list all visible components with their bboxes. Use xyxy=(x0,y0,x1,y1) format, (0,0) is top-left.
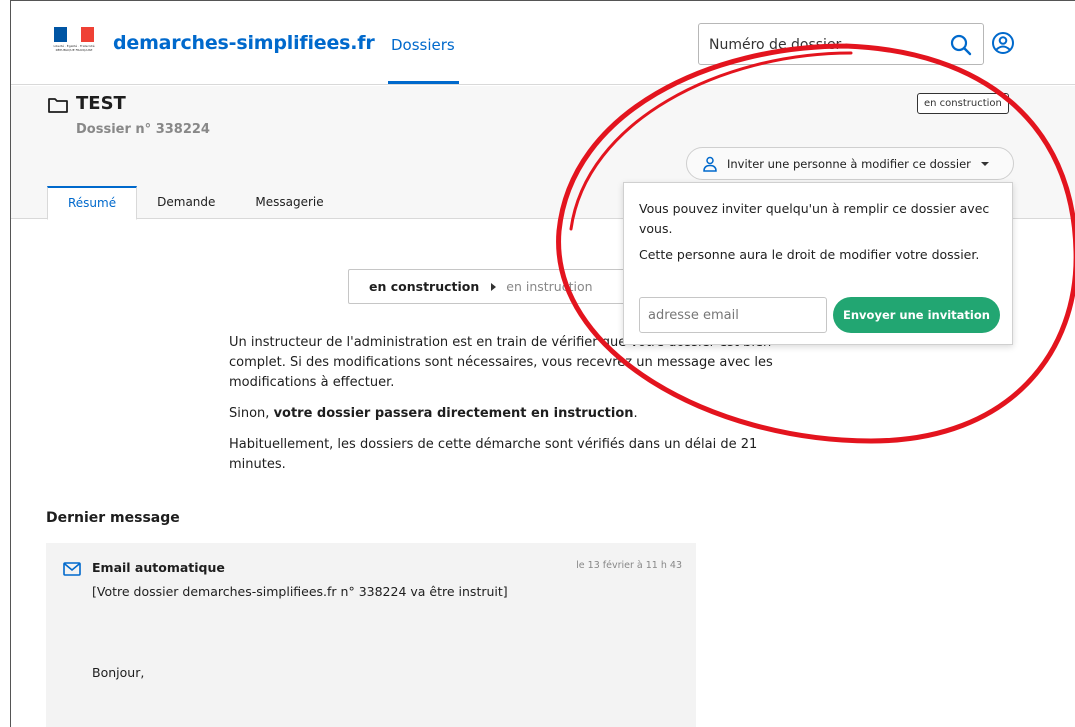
tab-resume[interactable]: Résumé xyxy=(47,186,138,220)
tab-bar: Résumé Demande Messagerie xyxy=(47,186,344,220)
para2-bold: votre dossier passera directement en ins… xyxy=(273,406,634,421)
message-sender: Email automatique xyxy=(92,560,225,575)
invite-text-1: Vous pouvez inviter quelqu'un à remplir … xyxy=(639,201,990,236)
step-current: en construction xyxy=(369,279,480,294)
para2-prefix: Sinon, xyxy=(229,406,274,421)
person-icon xyxy=(703,156,717,172)
message-greeting: Bonjour, xyxy=(92,665,145,680)
last-message-heading: Dernier message xyxy=(46,510,180,526)
logo-text: Liberté · Égalité · Fraternité RÉPUBLIQU… xyxy=(53,44,95,52)
message-date: le 13 février à 11 h 43 xyxy=(576,560,682,571)
summary-text: Un instructeur de l'administration est e… xyxy=(229,333,799,486)
browser-frame: Liberté · Égalité · Fraternité RÉPUBLIQU… xyxy=(10,0,1075,727)
para2-suffix: . xyxy=(633,406,638,421)
top-header: Liberté · Égalité · Fraternité RÉPUBLIQU… xyxy=(11,1,1075,85)
invite-person-button[interactable]: Inviter une personne à modifier ce dossi… xyxy=(686,147,1014,180)
message-card[interactable]: Email automatique le 13 février à 11 h 4… xyxy=(46,543,696,727)
mail-icon xyxy=(63,562,81,576)
user-icon[interactable] xyxy=(991,31,1015,55)
marianne-logo[interactable]: Liberté · Égalité · Fraternité RÉPUBLIQU… xyxy=(46,27,102,63)
chevron-down-icon xyxy=(980,161,989,166)
invite-text-2: Cette personne aura le droit de modifier… xyxy=(639,247,980,262)
send-invitation-button[interactable]: Envoyer une invitation xyxy=(833,297,1000,333)
nav-dossiers[interactable]: Dossiers xyxy=(391,36,455,54)
nav-active-indicator xyxy=(388,81,459,84)
brand-link[interactable]: demarches-simplifiees.fr xyxy=(113,32,375,54)
dossier-number: Dossier n° 338224 xyxy=(76,122,210,137)
search-input[interactable] xyxy=(709,34,929,56)
search-box xyxy=(698,23,984,65)
summary-paragraph-2: Sinon, votre dossier passera directement… xyxy=(229,404,799,424)
status-badge: en construction xyxy=(917,93,1009,114)
invite-button-label: Inviter une personne à modifier ce dossi… xyxy=(727,156,971,171)
search-icon[interactable] xyxy=(949,33,973,57)
flag-icon xyxy=(54,27,94,42)
email-input[interactable] xyxy=(639,297,827,333)
status-stepper: en construction en instruction xyxy=(348,269,638,304)
step-next: en instruction xyxy=(506,279,593,294)
tab-demande[interactable]: Demande xyxy=(137,186,235,219)
folder-icon xyxy=(48,98,68,113)
arrow-right-icon xyxy=(491,282,497,291)
summary-paragraph-3: Habituellement, les dossiers de cette dé… xyxy=(229,437,758,472)
message-subject: [Votre dossier demarches-simplifiees.fr … xyxy=(92,584,508,599)
tab-messagerie[interactable]: Messagerie xyxy=(235,186,343,219)
invite-dropdown: Vous pouvez inviter quelqu'un à remplir … xyxy=(623,182,1013,345)
dossier-title: TEST xyxy=(76,93,126,114)
